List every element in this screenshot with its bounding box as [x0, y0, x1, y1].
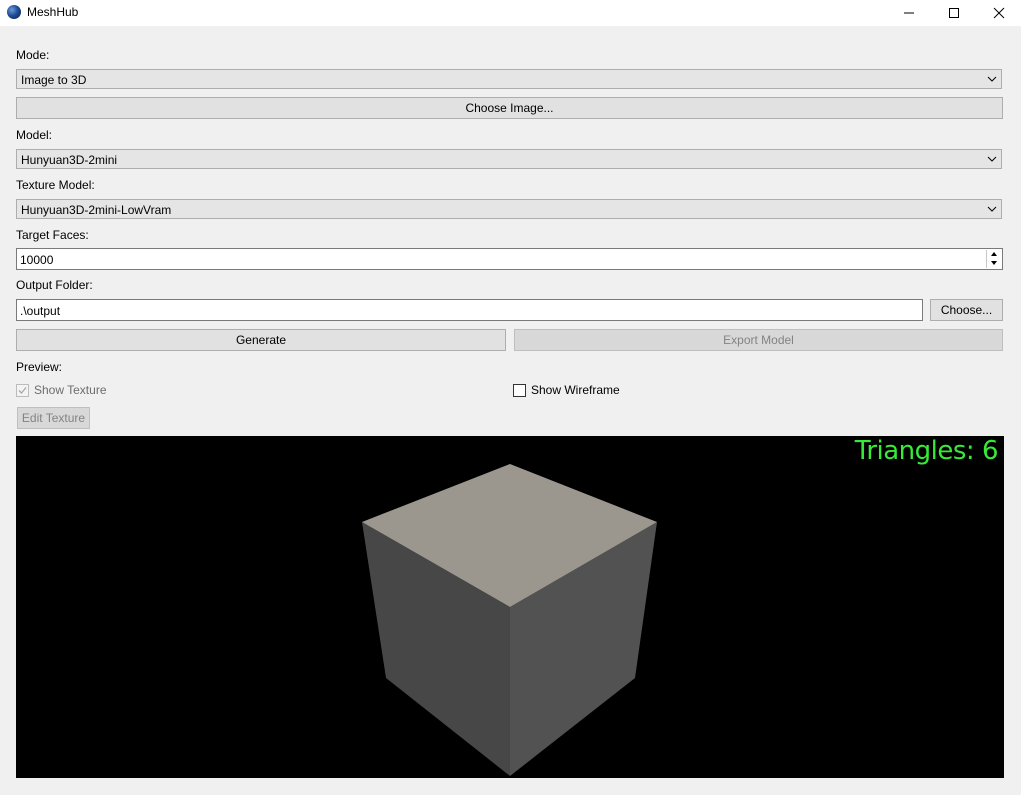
generate-button[interactable]: Generate	[16, 329, 506, 351]
show-wireframe-box	[513, 384, 526, 397]
model-select-value: Hunyuan3D-2mini	[21, 153, 118, 167]
preview-label: Preview:	[16, 360, 63, 374]
show-texture-checkbox[interactable]: Show Texture	[16, 383, 216, 399]
maximize-button[interactable]	[931, 0, 977, 26]
minimize-button[interactable]	[886, 0, 932, 26]
export-model-button[interactable]: Export Model	[514, 329, 1003, 351]
spin-up-button[interactable]	[987, 250, 1001, 259]
3d-preview-viewport[interactable]: Triangles: 6	[16, 436, 1004, 778]
arrow-up-icon	[991, 252, 997, 256]
spin-buttons	[986, 250, 1001, 268]
output-folder-value: .\output	[20, 304, 61, 318]
close-icon	[993, 7, 1005, 19]
close-button[interactable]	[976, 0, 1021, 26]
triangle-count: Triangles: 6	[854, 436, 999, 466]
output-folder-input[interactable]: .\output	[16, 299, 923, 321]
choose-folder-button[interactable]: Choose...	[930, 299, 1003, 321]
output-folder-label: Output Folder:	[16, 278, 93, 292]
show-wireframe-checkbox[interactable]: Show Wireframe	[513, 383, 713, 399]
target-faces-value: 10000	[20, 253, 54, 267]
mode-select[interactable]: Image to 3D	[16, 69, 1002, 89]
cube-render	[362, 464, 657, 776]
choose-image-button[interactable]: Choose Image...	[16, 97, 1003, 119]
chevron-down-icon	[987, 156, 997, 162]
target-faces-label: Target Faces:	[16, 228, 89, 242]
texture-model-select-value: Hunyuan3D-2mini-LowVram	[21, 203, 172, 217]
texture-model-select[interactable]: Hunyuan3D-2mini-LowVram	[16, 199, 1002, 219]
model-select[interactable]: Hunyuan3D-2mini	[16, 149, 1002, 169]
show-wireframe-label: Show Wireframe	[531, 383, 620, 397]
chevron-down-icon	[987, 206, 997, 212]
chevron-down-icon	[987, 76, 997, 82]
show-texture-label: Show Texture	[34, 383, 107, 397]
maximize-icon	[949, 8, 959, 18]
checkmark-icon	[18, 387, 27, 394]
app-icon	[7, 5, 21, 19]
target-faces-spinbox[interactable]: 10000	[16, 248, 1003, 270]
arrow-down-icon	[991, 261, 997, 265]
model-label: Model:	[16, 128, 53, 142]
title-bar: MeshHub	[0, 0, 1021, 26]
minimize-icon	[904, 12, 914, 14]
mode-label: Mode:	[16, 48, 50, 62]
texture-model-label: Texture Model:	[16, 178, 95, 192]
mode-select-value: Image to 3D	[21, 73, 87, 87]
show-texture-box	[16, 384, 29, 397]
window-title: MeshHub	[27, 5, 79, 19]
spin-down-button[interactable]	[987, 259, 1001, 268]
edit-texture-button[interactable]: Edit Texture	[17, 407, 90, 429]
